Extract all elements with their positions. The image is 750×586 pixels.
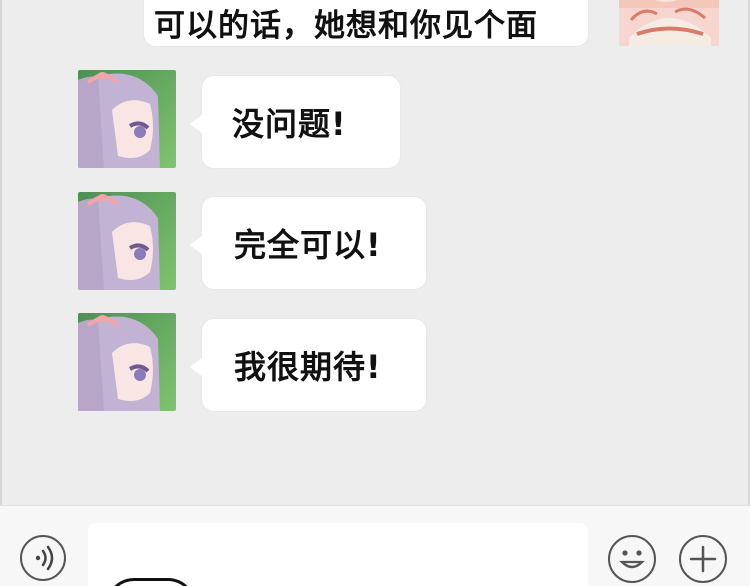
top-message-text: 可以的话，她想和你见个面 — [154, 7, 538, 44]
message-input[interactable] — [88, 523, 588, 586]
message-bubble-2[interactable]: 完全可以! — [190, 197, 426, 289]
girl-avatar-image — [78, 313, 176, 411]
voice-icon — [35, 545, 54, 571]
girl-avatar[interactable] — [78, 70, 176, 168]
girl-avatar-image — [78, 192, 176, 290]
chat-screen: 可以的话，她想和你见个面 没问题! 完全可以! 我很期待! — [0, 0, 750, 586]
input-bar — [0, 505, 750, 586]
emoji-button[interactable] — [608, 535, 656, 583]
top-message-bubble[interactable]: 可以的话，她想和你见个面 — [144, 0, 588, 46]
plus-icon — [689, 545, 717, 573]
message-text-3: 我很期待! — [234, 348, 382, 386]
message-text-1: 没问题! — [232, 105, 347, 143]
boy-avatar-image — [619, 0, 719, 46]
chat-message-area[interactable]: 可以的话，她想和你见个面 没问题! 完全可以! 我很期待! — [0, 0, 750, 505]
voice-button[interactable] — [20, 535, 66, 581]
plus-button[interactable] — [679, 535, 727, 583]
boy-avatar[interactable] — [619, 0, 719, 46]
message-bubble-1[interactable]: 没问题! — [190, 76, 400, 168]
emoji-icon — [619, 550, 645, 569]
girl-avatar[interactable] — [78, 313, 176, 411]
girl-avatar[interactable] — [78, 192, 176, 290]
message-text-2: 完全可以! — [234, 226, 382, 264]
girl-avatar-image — [78, 70, 176, 168]
message-bubble-3[interactable]: 我很期待! — [190, 319, 426, 411]
